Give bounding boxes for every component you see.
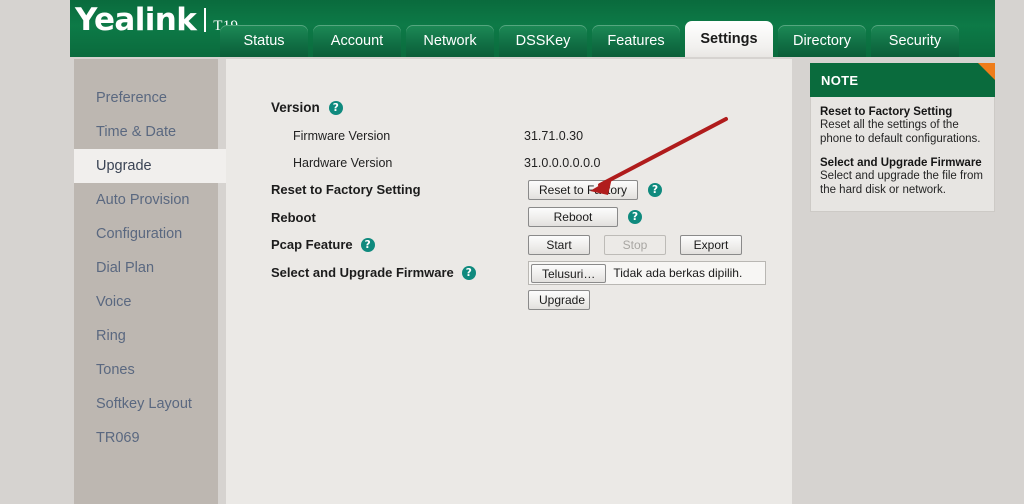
note-entry-1-title: Reset to Factory Setting — [820, 106, 953, 118]
sidebar-item-auto-provision[interactable]: Auto Provision — [74, 183, 218, 217]
help-icon-select-upgrade-firmware[interactable]: ? — [461, 265, 476, 280]
hardware-version-label: Hardware Version — [293, 156, 393, 170]
tab-directory[interactable]: Directory — [778, 25, 866, 57]
firmware-file-input[interactable]: Telusuri… Tidak ada berkas dipilih. — [528, 261, 766, 285]
main-navigation-tabs: Status Account Network DSSKey Features S… — [220, 21, 959, 57]
reset-to-factory-controls: Reset to Factory ? — [528, 180, 663, 200]
sidebar-item-ring[interactable]: Ring — [74, 319, 218, 353]
reset-to-factory-button[interactable]: Reset to Factory — [528, 180, 639, 200]
firmware-file-controls: Telusuri… Tidak ada berkas dipilih. — [528, 261, 766, 285]
brand-name: Yealink — [75, 2, 197, 38]
note-entry-2-title: Select and Upgrade Firmware — [820, 157, 982, 169]
note-panel: NOTE Reset to Factory Setting Reset all … — [810, 63, 995, 212]
selected-file-name: Tidak ada berkas dipilih. — [613, 266, 743, 280]
reset-to-factory-label: Reset to Factory Setting — [271, 182, 421, 197]
settings-sidebar: Preference Time & Date Upgrade Auto Prov… — [74, 59, 226, 504]
sidebar-item-preference[interactable]: Preference — [74, 81, 218, 115]
sidebar-item-tones[interactable]: Tones — [74, 353, 218, 387]
tab-dsskey[interactable]: DSSKey — [499, 25, 587, 57]
note-entry-1-text: Reset all the settings of the phone to d… — [820, 119, 981, 145]
upgrade-panel: Version ? Firmware Version 31.71.0.30 Ha… — [226, 59, 792, 504]
folded-corner-icon — [978, 63, 995, 80]
sidebar-item-configuration[interactable]: Configuration — [74, 217, 218, 251]
help-icon-reboot[interactable]: ? — [628, 210, 642, 224]
help-icon-reset-to-factory[interactable]: ? — [648, 183, 663, 197]
pcap-start-button[interactable]: Start — [528, 235, 590, 255]
sidebar-item-tr069[interactable]: TR069 — [74, 421, 218, 455]
page-root: Yealink T19 Status Account Network DSSKe… — [0, 0, 1024, 504]
note-entry-2-text: Select and upgrade the file from the har… — [820, 170, 984, 196]
help-icon-pcap-feature[interactable]: ? — [360, 237, 375, 252]
reboot-button[interactable]: Reboot — [528, 207, 618, 227]
tab-security[interactable]: Security — [871, 25, 959, 57]
sidebar-item-softkey-layout[interactable]: Softkey Layout — [74, 387, 218, 421]
tab-settings[interactable]: Settings — [685, 21, 773, 57]
brand-logo: Yealink T19 — [75, 2, 238, 38]
reboot-label-group: Reboot — [271, 210, 316, 225]
upgrade-button[interactable]: Upgrade — [528, 290, 590, 310]
firmware-version-value: 31.71.0.30 — [524, 129, 584, 143]
hardware-version-row: Hardware Version 31.0.0.0.0.0.0 — [293, 156, 600, 170]
hardware-version-value: 31.0.0.0.0.0.0 — [524, 156, 601, 170]
sidebar-item-time-and-date[interactable]: Time & Date — [74, 115, 218, 149]
tab-features[interactable]: Features — [592, 25, 680, 57]
select-upgrade-firmware-label: Select and Upgrade Firmware — [271, 265, 454, 280]
sidebar-item-upgrade[interactable]: Upgrade — [74, 149, 226, 183]
note-panel-header: NOTE — [810, 63, 995, 97]
reboot-label: Reboot — [271, 210, 316, 225]
firmware-version-label: Firmware Version — [293, 129, 391, 143]
version-section-heading: Version ? — [271, 100, 343, 115]
pcap-stop-button: Stop — [604, 235, 666, 255]
logo-divider — [204, 8, 207, 32]
select-upgrade-firmware-label-group: Select and Upgrade Firmware ? — [271, 265, 476, 280]
pcap-feature-label-group: Pcap Feature ? — [271, 237, 375, 252]
tab-network[interactable]: Network — [406, 25, 494, 57]
help-icon-version[interactable]: ? — [328, 100, 343, 115]
reboot-controls: Reboot ? — [528, 207, 642, 227]
note-panel-title: NOTE — [821, 72, 859, 88]
browse-file-button[interactable]: Telusuri… — [531, 263, 607, 283]
pcap-feature-label: Pcap Feature — [271, 237, 353, 252]
tab-status[interactable]: Status — [220, 25, 308, 57]
note-panel-body: Reset to Factory Setting Reset all the s… — [810, 97, 995, 212]
tab-account[interactable]: Account — [313, 25, 401, 57]
version-section-title: Version — [271, 100, 320, 115]
pcap-export-button[interactable]: Export — [680, 235, 742, 255]
sidebar-item-voice[interactable]: Voice — [74, 285, 218, 319]
reset-to-factory-label-group: Reset to Factory Setting — [271, 182, 421, 197]
pcap-feature-controls: Start Stop Export — [528, 235, 742, 255]
firmware-version-row: Firmware Version 31.71.0.30 — [293, 129, 583, 143]
sidebar-item-dial-plan[interactable]: Dial Plan — [74, 251, 218, 285]
app-header: Yealink T19 Status Account Network DSSKe… — [70, 0, 995, 57]
firmware-upgrade-controls: Upgrade — [528, 290, 590, 310]
